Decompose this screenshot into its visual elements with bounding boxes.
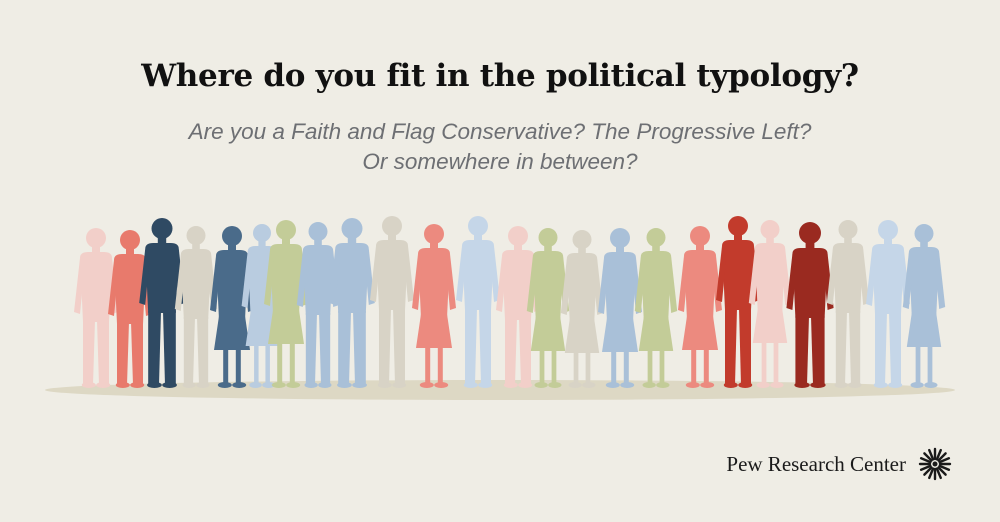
person-silhouette (370, 216, 414, 388)
sunburst-logo-icon (918, 447, 952, 481)
person-silhouette (456, 216, 500, 388)
crowd-illustration (45, 216, 955, 400)
person-silhouette (678, 226, 722, 388)
person-silhouette (496, 226, 540, 388)
page-title: Where do you fit in the political typolo… (141, 58, 859, 94)
person-silhouette (786, 222, 834, 388)
person-silhouette (902, 224, 946, 388)
silhouette-group (74, 216, 946, 388)
subtitle-line-1: Are you a Faith and Flag Conservative? T… (188, 119, 812, 144)
brand: Pew Research Center (726, 444, 952, 484)
subtitle-line-2: Or somewhere in between? (362, 149, 638, 174)
person-silhouette (412, 224, 456, 388)
brand-name: Pew Research Center (726, 451, 906, 476)
subtitle: Are you a Faith and Flag Conservative? T… (0, 117, 1000, 177)
person-silhouette (826, 220, 870, 388)
person-silhouette (748, 220, 792, 388)
person-silhouette (560, 230, 604, 388)
person-silhouette (634, 228, 678, 388)
